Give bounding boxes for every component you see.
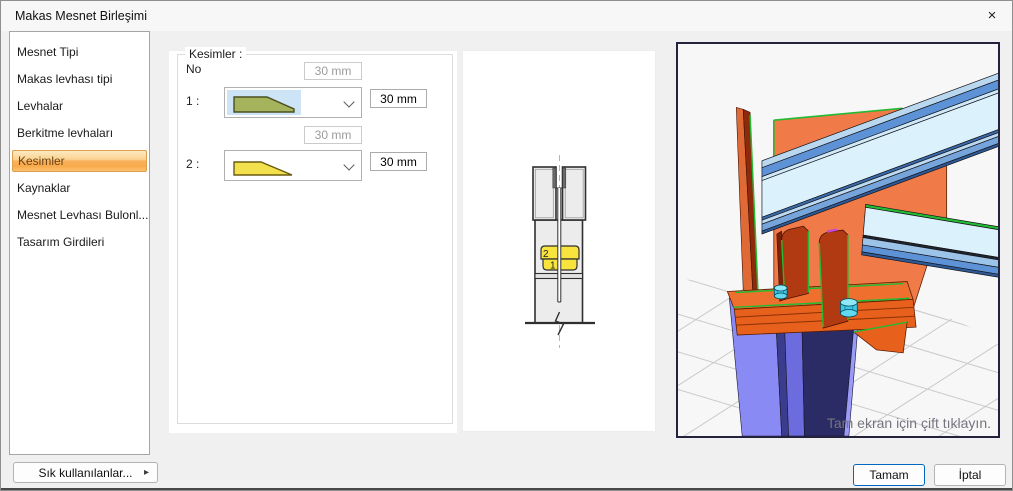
sidebar: Mesnet Tipi Makas levhası tipi Levhalar … [9, 31, 150, 455]
sidebar-item-mesnet-levhasi-bulonlari[interactable]: Mesnet Levhası Bulonl... [10, 202, 149, 229]
close-icon[interactable]: × [980, 5, 1004, 27]
cut2-index-label: 2 : [186, 157, 200, 171]
cut2-shape-swatch [227, 153, 301, 178]
no-column-label: No [186, 62, 202, 76]
groupbox-title: Kesimler : [185, 47, 247, 61]
cut1-shape-combobox[interactable] [224, 87, 362, 118]
cut-profile-green-icon [233, 95, 295, 113]
sidebar-item-kesimler[interactable]: Kesimler [12, 150, 147, 172]
dialog-bottom-edge [1, 488, 1012, 490]
ok-button[interactable]: Tamam [853, 464, 925, 486]
cut1-number: 1 [550, 261, 556, 272]
cut1-index-label: 1 : [186, 94, 200, 108]
cut2-number: 2 [543, 249, 549, 260]
cut2-depth-field[interactable]: 30 mm [370, 152, 427, 171]
end-plate [735, 106, 759, 298]
cut1-depth-field[interactable]: 30 mm [370, 89, 427, 108]
titlebar: Makas Mesnet Birleşimi × [1, 1, 1012, 31]
cuts-groupbox: Kesimler : No 30 mm 1 : 30 mm 30 mm 2 : [177, 47, 453, 424]
dialog-makas-mesnet-birlesimi: Makas Mesnet Birleşimi × Mesnet Tipi Mak… [0, 0, 1013, 491]
favorites-button-label: Sık kullanılanlar... [38, 465, 133, 480]
cut2-offset-field: 30 mm [304, 126, 362, 144]
sidebar-item-tasarim-girdileri[interactable]: Tasarım Girdileri [10, 229, 149, 256]
favorites-button[interactable]: Sık kullanılanlar... ▸ [13, 462, 158, 483]
sidebar-list: Mesnet Tipi Makas levhası tipi Levhalar … [10, 39, 149, 256]
cut1-shape-swatch [227, 90, 301, 115]
fullscreen-hint: Tam ekran için çift tıklayın. [826, 415, 991, 431]
sidebar-item-kaynaklar[interactable]: Kaynaklar [10, 175, 149, 202]
cut2-shape-combobox[interactable] [224, 150, 362, 181]
chevron-down-icon[interactable] [343, 159, 355, 171]
sidebar-item-berkitme-levhalari[interactable]: Berkitme levhaları [10, 120, 149, 147]
cut1-offset-field: 30 mm [304, 62, 362, 80]
cut-diagram-panel: 2 1 [462, 50, 656, 432]
sidebar-item-levhalar[interactable]: Levhalar [10, 93, 149, 120]
chevron-down-icon[interactable] [343, 96, 355, 108]
expand-right-icon: ▸ [143, 467, 149, 478]
cancel-button[interactable]: İptal [934, 464, 1006, 486]
cuts-settings-panel: Kesimler : No 30 mm 1 : 30 mm 30 mm 2 : [169, 47, 457, 433]
window-title: Makas Mesnet Birleşimi [15, 9, 147, 23]
cut-profile-yellow-icon [233, 160, 293, 176]
3d-preview[interactable]: Tam ekran için çift tıklayın. [676, 42, 1000, 438]
cut-diagram: 2 1 [525, 155, 595, 348]
sidebar-item-makas-levhasi-tipi[interactable]: Makas levhası tipi [10, 66, 149, 93]
gusset-plate-slot [557, 188, 562, 303]
sidebar-item-mesnet-tipi[interactable]: Mesnet Tipi [10, 39, 149, 66]
3d-preview-render [678, 72, 998, 436]
